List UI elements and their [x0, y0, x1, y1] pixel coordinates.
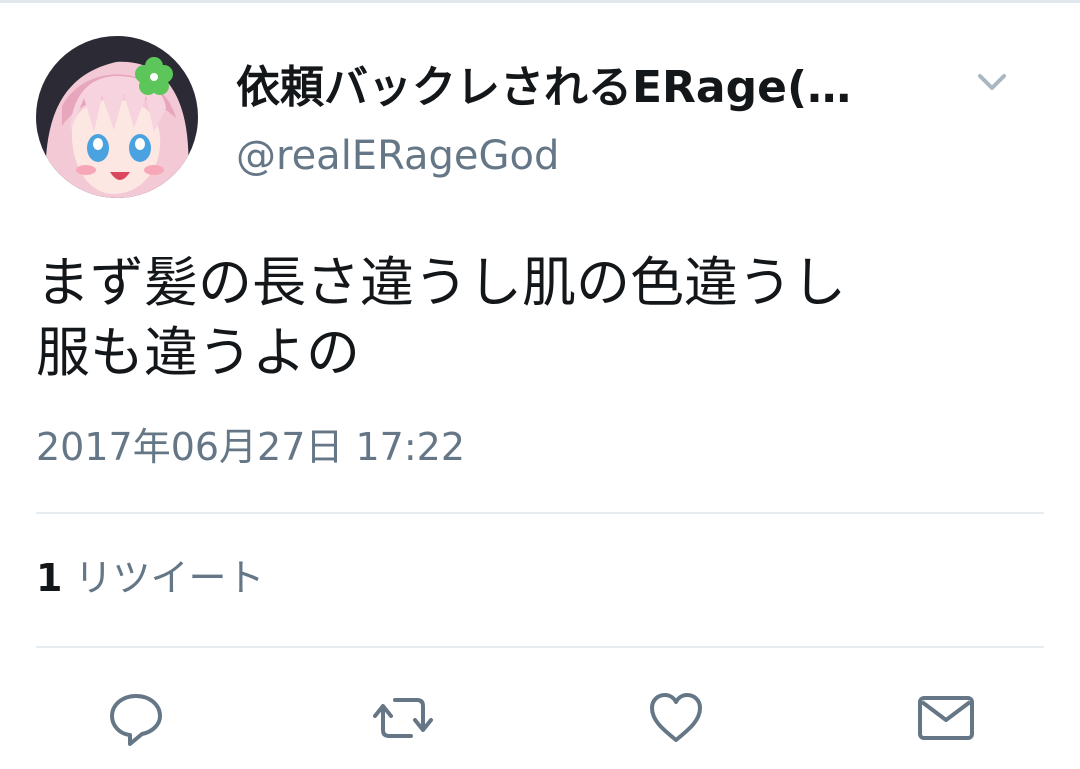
- tweet-menu-button[interactable]: [968, 62, 1016, 102]
- retweet-count: 1: [36, 556, 63, 600]
- direct-message-button[interactable]: [914, 686, 978, 750]
- top-divider: [0, 0, 1080, 3]
- anime-avatar-icon: [36, 36, 198, 198]
- avatar[interactable]: [36, 36, 198, 198]
- tweet-text: まず髪の長さ違うし肌の色違うし 服も違うよの: [36, 248, 1046, 388]
- like-button[interactable]: [644, 686, 708, 750]
- envelope-icon: [918, 696, 974, 740]
- reply-button[interactable]: [104, 686, 168, 750]
- tweet-timestamp[interactable]: 2017年06月27日 17:22: [36, 422, 465, 472]
- tweet-text-line: まず髪の長さ違うし肌の色違うし: [36, 251, 846, 314]
- display-name[interactable]: 依頼バックレされるERage(…: [236, 58, 956, 118]
- screen-name[interactable]: @realERageGod: [236, 130, 559, 182]
- reply-icon: [110, 694, 162, 746]
- retweet-icon: [373, 698, 433, 738]
- divider: [36, 512, 1044, 514]
- tweet-text-line: 服も違うよの: [36, 321, 360, 384]
- retweet-label: リツイート: [74, 556, 265, 600]
- divider: [36, 646, 1044, 648]
- chevron-down-icon: [978, 74, 1006, 90]
- retweet-button[interactable]: [371, 686, 435, 750]
- heart-icon: [650, 693, 702, 742]
- retweet-stats[interactable]: 1 リツイート: [36, 552, 264, 604]
